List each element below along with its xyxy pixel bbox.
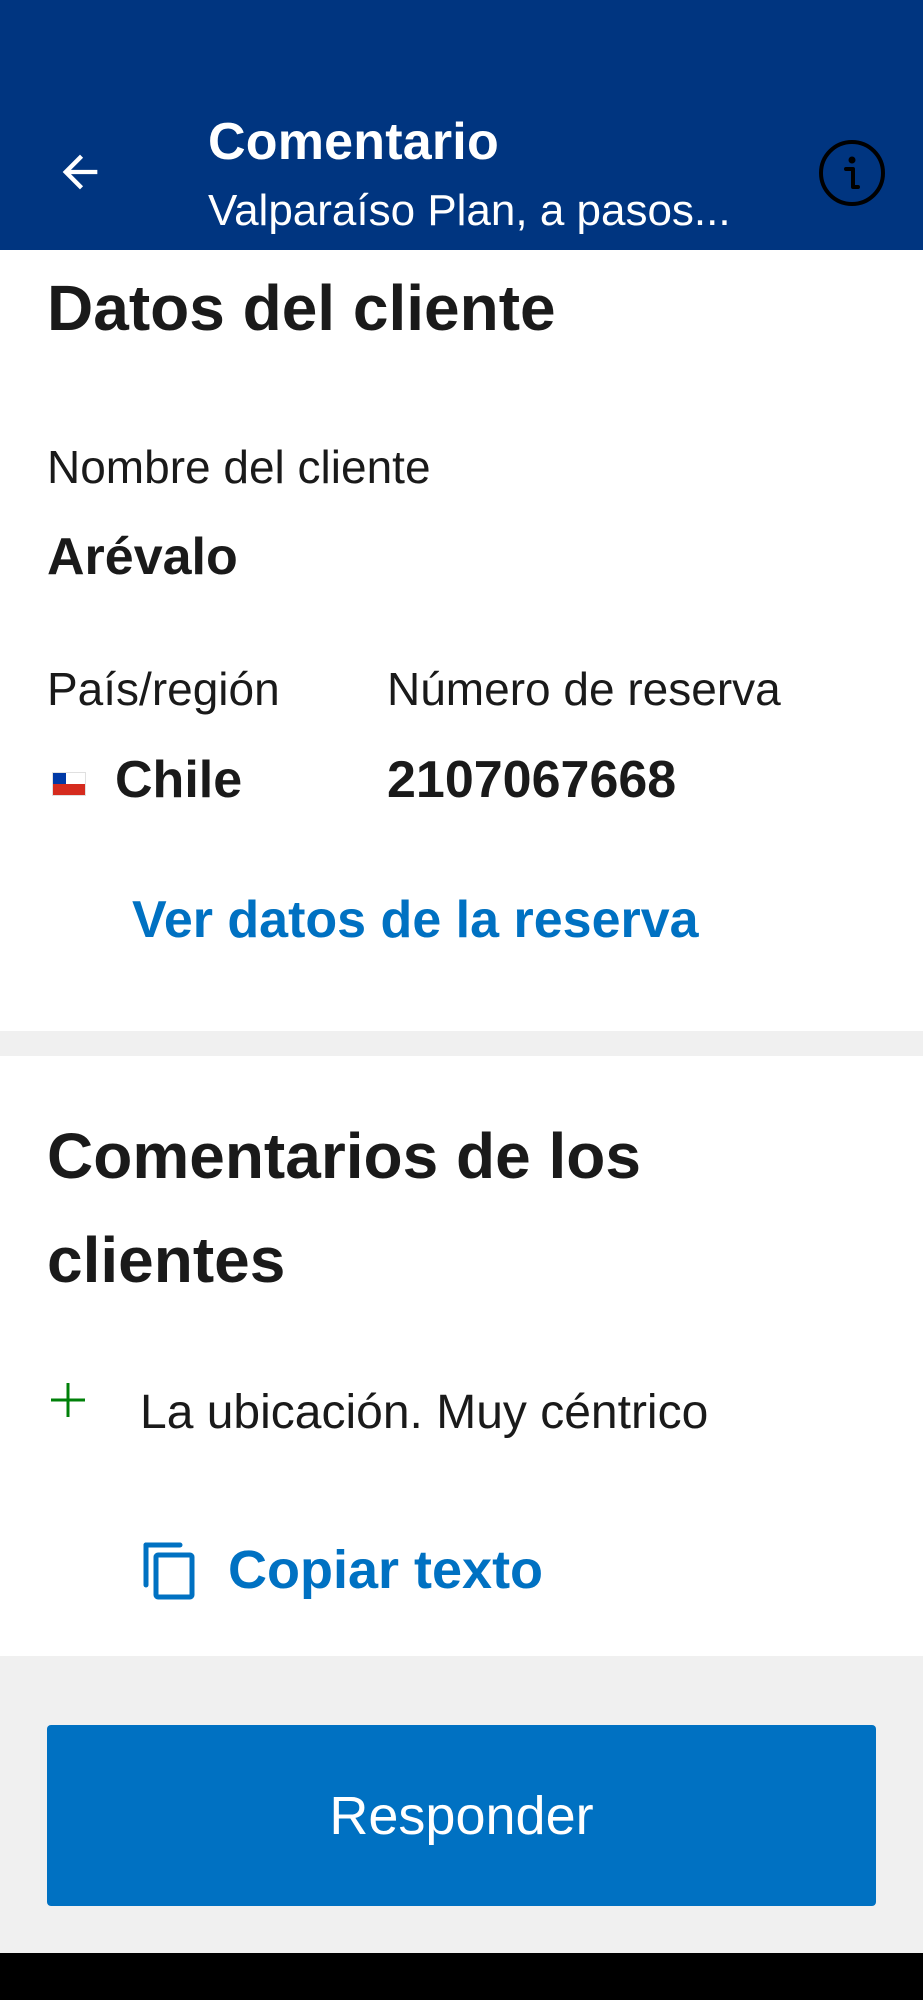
- reply-button[interactable]: Responder: [47, 1725, 876, 1906]
- arrow-left-icon: [62, 154, 98, 190]
- page-subtitle: Valparaíso Plan, a pasos...: [208, 186, 731, 235]
- info-button[interactable]: [815, 136, 889, 210]
- reservation-number-value: 2107067668: [387, 751, 677, 809]
- country-label: País/región: [47, 663, 280, 715]
- client-name-label: Nombre del cliente: [47, 441, 431, 493]
- chile-flag-icon: [52, 772, 86, 796]
- view-reservation-link[interactable]: Ver datos de la reserva: [132, 890, 699, 950]
- back-button[interactable]: [48, 140, 112, 204]
- client-name-value: Arévalo: [47, 528, 238, 586]
- client-details-card: Datos del cliente Nombre del cliente Aré…: [0, 250, 923, 1031]
- app-header: Comentario Valparaíso Plan, a pasos...: [0, 0, 923, 250]
- positive-comment-text: La ubicación. Muy céntrico: [140, 1386, 709, 1439]
- page-title: Comentario: [208, 113, 499, 171]
- country-value: Chile: [115, 751, 243, 809]
- plus-icon: [51, 1383, 85, 1417]
- reservation-number-label: Número de reserva: [387, 663, 781, 715]
- copy-icon: [143, 1542, 195, 1600]
- copy-text-label: Copiar texto: [228, 1540, 544, 1600]
- copy-text-button[interactable]: Copiar texto: [140, 1530, 543, 1610]
- comments-section-title-line2: clientes: [47, 1224, 286, 1296]
- comments-section-title-line1: Comentarios de los: [47, 1120, 641, 1192]
- system-navigation-bar: [0, 1953, 923, 2000]
- info-icon: [819, 140, 885, 206]
- client-section-title: Datos del cliente: [47, 272, 556, 344]
